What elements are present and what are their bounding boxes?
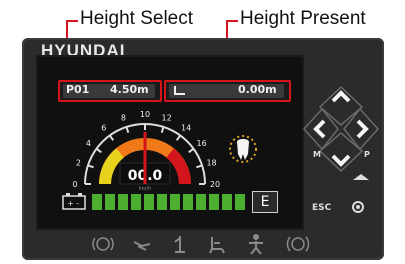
p-button[interactable]: P	[364, 150, 370, 159]
height-select-callout: Height Select	[80, 8, 194, 29]
battery-segment	[196, 194, 206, 210]
height-select-preset: P01	[66, 83, 90, 96]
arrow-down-icon[interactable]	[331, 154, 351, 167]
battery-segment	[118, 194, 128, 210]
gauge-tick	[160, 126, 165, 133]
m-button[interactable]: M	[313, 150, 321, 159]
gauge-tick-label: 18	[206, 158, 216, 167]
height-present-value: 0.00m	[238, 83, 277, 96]
battery-bar: + -	[58, 191, 250, 213]
dpad	[302, 85, 380, 173]
arrow-left-icon[interactable]	[313, 119, 326, 139]
battery-icon: + -	[62, 193, 86, 210]
battery-segment	[235, 194, 245, 210]
gauge-tick-label: 8	[121, 113, 126, 122]
height-icon	[174, 86, 185, 95]
height-present-callout: Height Present	[240, 8, 366, 29]
warning-circle-icon[interactable]	[286, 234, 310, 254]
wrench-icon[interactable]	[132, 236, 152, 252]
battery-segment	[131, 194, 141, 210]
gauge-tick	[196, 164, 203, 169]
svg-text:+ -: + -	[67, 199, 79, 208]
speed-gauge: 02468101214161820 00.0 km/h	[72, 110, 220, 192]
gauge-tick-label: 10	[140, 110, 150, 119]
gauge-tick-label: 6	[101, 123, 106, 132]
battery-segment	[105, 194, 115, 210]
gauge-arc-high	[165, 148, 191, 185]
gauge-tick-label: 14	[181, 123, 191, 132]
swing-icon[interactable]	[92, 234, 114, 254]
bottom-icon-row	[86, 232, 326, 256]
gauge-tick-label: 4	[86, 139, 91, 148]
settings-icon[interactable]	[350, 199, 366, 215]
battery-segment	[92, 194, 102, 210]
person-icon[interactable]	[246, 233, 266, 255]
gauge-tick	[87, 164, 94, 169]
esc-button[interactable]: ESC	[312, 203, 331, 213]
gauge-tick	[125, 126, 130, 133]
gauge-tick-label: 0	[72, 180, 77, 189]
seat-icon[interactable]	[208, 234, 226, 254]
battery-segment	[170, 194, 180, 210]
height-select-value: 4.50m	[110, 83, 149, 96]
bucket-tooth-icon	[229, 135, 257, 163]
battery-segment	[183, 194, 193, 210]
gauge-tick-label: 2	[76, 158, 81, 167]
battery-segment	[144, 194, 154, 210]
gauge-tick-label: 20	[210, 180, 220, 189]
e-indicator: E	[252, 191, 278, 213]
battery-segment	[222, 194, 232, 210]
arrow-up-icon[interactable]	[331, 90, 351, 103]
arrow-right-icon[interactable]	[356, 119, 369, 139]
gauge-arc-low	[99, 148, 125, 185]
horn-icon[interactable]	[351, 172, 371, 182]
gauge-tick-label: 16	[197, 139, 207, 148]
boom-icon[interactable]	[172, 234, 188, 254]
battery-segment	[157, 194, 167, 210]
battery-segment	[209, 194, 219, 210]
gauge-tick-label: 12	[162, 113, 172, 122]
